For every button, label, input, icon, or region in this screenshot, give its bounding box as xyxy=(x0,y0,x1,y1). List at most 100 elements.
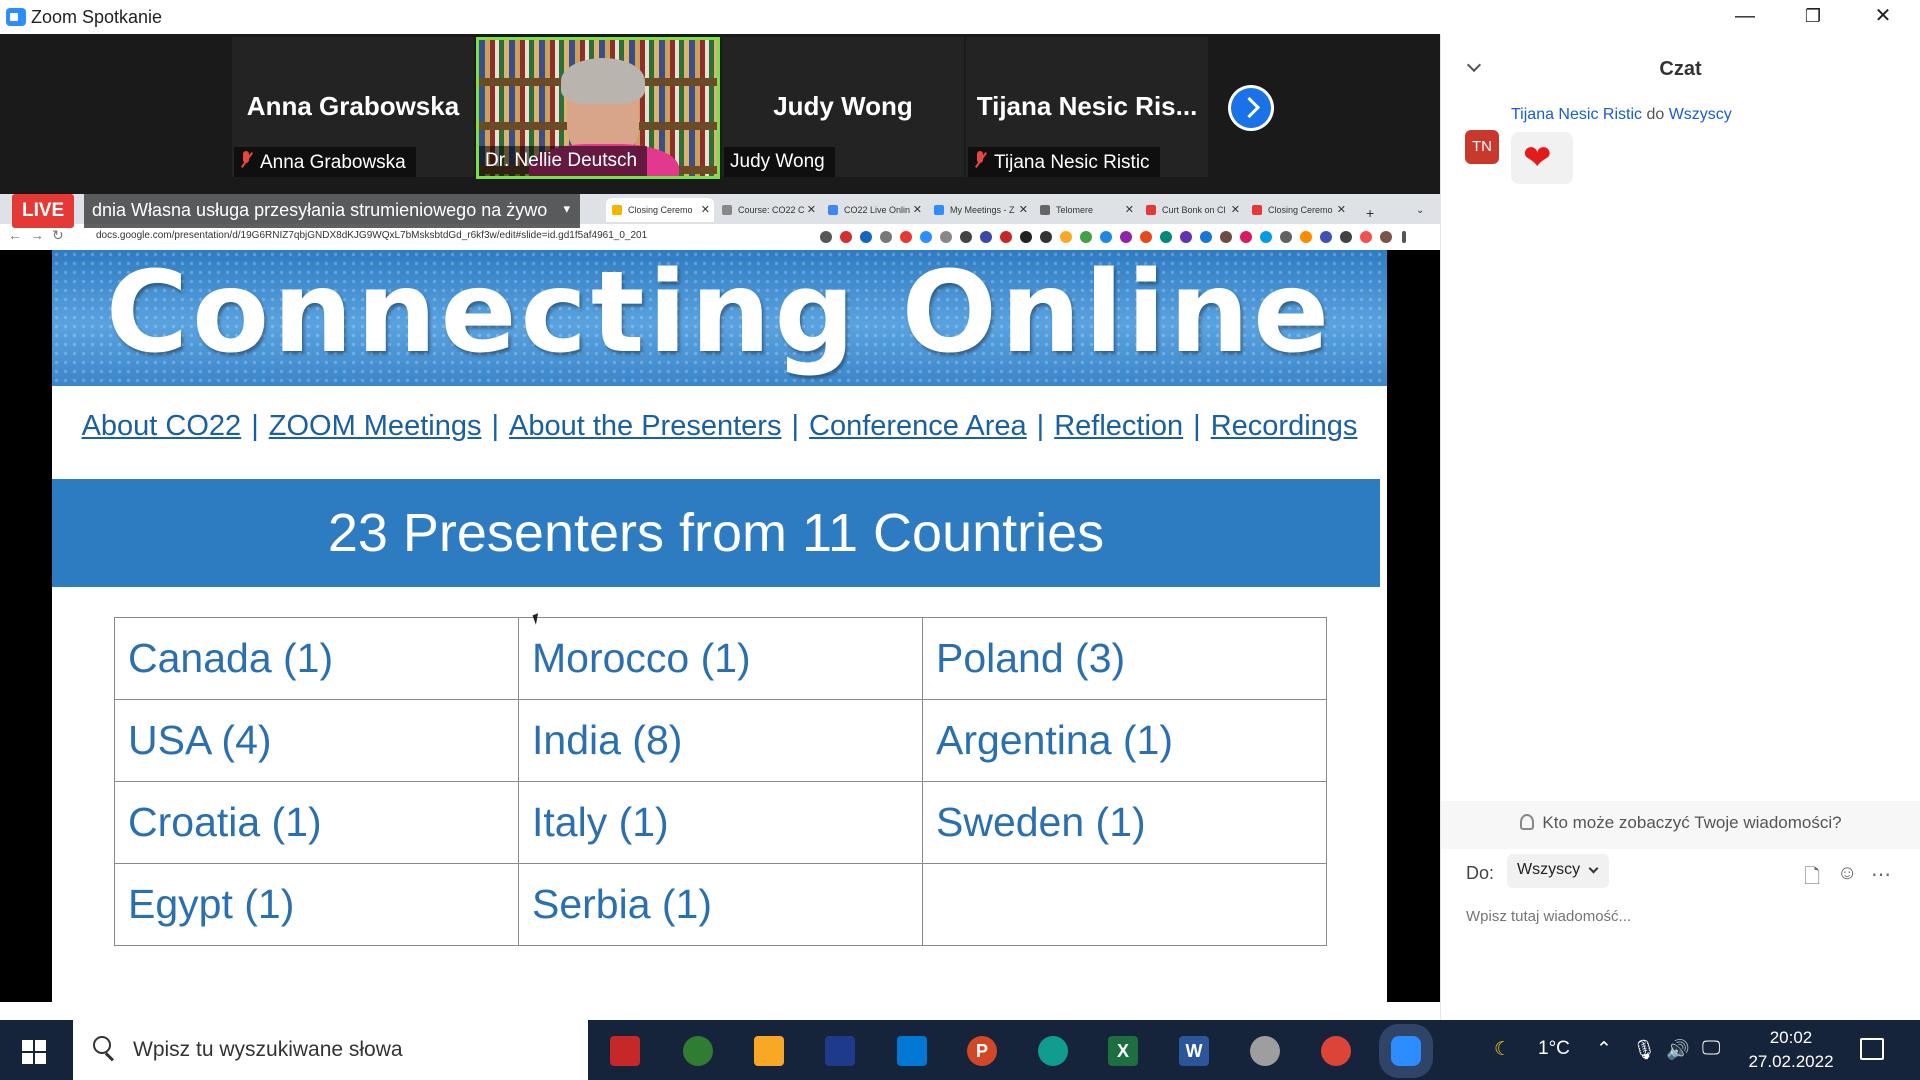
profile-avatar-icon[interactable] xyxy=(1380,231,1392,243)
message-sender[interactable]: Tijana Nesic Ristic xyxy=(1511,106,1642,123)
extension-icon[interactable] xyxy=(1000,231,1012,243)
file-icon[interactable]: 🗋 xyxy=(1804,862,1820,896)
slide-banner: Connecting Online xyxy=(52,250,1387,386)
new-tab-button[interactable]: + xyxy=(1360,198,1384,222)
extension-icon[interactable] xyxy=(900,231,912,243)
live-badge[interactable]: LIVE xyxy=(12,194,75,228)
weather-icon[interactable]: ☾ xyxy=(1494,1038,1511,1061)
link-about-presenters[interactable]: About the Presenters xyxy=(509,410,781,442)
browser-tab[interactable]: My Meetings - Z ✕ xyxy=(928,198,1032,222)
store-icon[interactable] xyxy=(897,1036,927,1066)
extension-icon[interactable] xyxy=(1020,231,1032,243)
extension-icon[interactable] xyxy=(1060,231,1072,243)
heart-icon: ❤ xyxy=(1523,139,1552,177)
save-disk-icon[interactable] xyxy=(825,1036,855,1066)
extension-icon[interactable] xyxy=(1360,231,1372,243)
paint-icon[interactable] xyxy=(1250,1036,1280,1066)
extension-icon[interactable] xyxy=(960,231,972,243)
zoom-taskbar-icon[interactable] xyxy=(1391,1036,1421,1066)
globe-app-icon[interactable] xyxy=(683,1036,713,1066)
mcafee-icon[interactable] xyxy=(610,1036,640,1066)
browser-tab[interactable]: Closing Ceremo ✕ xyxy=(606,198,714,222)
clock-date: 27.02.2022 xyxy=(1748,1052,1834,1071)
browser-tab[interactable]: Telomere ✕ xyxy=(1034,198,1138,222)
word-icon[interactable]: W xyxy=(1179,1036,1209,1066)
chat-title: Czat xyxy=(1659,58,1702,80)
table-cell: Argentina (1) xyxy=(922,699,1327,782)
extension-icon[interactable] xyxy=(860,231,872,243)
restore-button[interactable]: ❐ xyxy=(1778,0,1848,34)
extension-icon[interactable] xyxy=(1300,231,1312,243)
extension-icon[interactable] xyxy=(1200,231,1212,243)
message-recipient[interactable]: Wszyscy xyxy=(1669,106,1732,123)
who-can-see-notice[interactable]: Kto może zobaczyć Twoje wiadomości? xyxy=(1441,801,1920,849)
extension-icon[interactable] xyxy=(1340,231,1352,243)
extension-icon[interactable] xyxy=(1220,231,1232,243)
url-field[interactable]: docs.google.com/presentation/d/19G6RNIZ7… xyxy=(96,230,647,241)
browser-nav-arrows-icon[interactable]: ←→↻ xyxy=(8,227,72,244)
link-conference-area[interactable]: Conference Area xyxy=(809,410,1027,442)
extension-icon[interactable] xyxy=(980,231,992,243)
extension-icon[interactable] xyxy=(1280,231,1292,243)
close-button[interactable]: ✕ xyxy=(1848,0,1918,34)
live-stream-banner[interactable]: dnia Własna usługa przesyłania strumieni… xyxy=(84,194,580,228)
show-hidden-icons-chevron-icon[interactable]: ⌃ xyxy=(1596,1038,1612,1061)
extension-icon[interactable] xyxy=(880,231,892,243)
shared-screen: LIVE dnia Własna usługa przesyłania stru… xyxy=(0,194,1440,1002)
powerpoint-icon[interactable]: P xyxy=(967,1036,997,1066)
file-explorer-icon[interactable] xyxy=(754,1036,784,1066)
extension-icon[interactable] xyxy=(1100,231,1112,243)
taskbar-clock[interactable]: 20:02 27.02.2022 xyxy=(1726,1026,1856,1074)
microphone-icon[interactable]: 🎙 xyxy=(1632,1038,1656,1062)
browser-menu-icon[interactable] xyxy=(1402,231,1406,243)
extension-icon[interactable] xyxy=(1260,231,1272,243)
table-row: Canada (1) Morocco (1) Poland (3) xyxy=(114,617,1327,700)
taskbar-search[interactable]: Wpisz tu wyszukiwane słowa xyxy=(73,1020,588,1080)
volume-icon[interactable]: 🔊 xyxy=(1666,1038,1690,1062)
chrome-icon[interactable] xyxy=(1321,1036,1351,1066)
more-options-icon[interactable]: ⋯ xyxy=(1871,862,1891,887)
participant-tile-nellie[interactable]: Dr. Nellie Deutsch xyxy=(476,37,720,179)
weather-temp[interactable]: 1°C xyxy=(1538,1038,1570,1060)
minimize-button[interactable]: — xyxy=(1710,0,1780,34)
slide-nav-links: About CO22 | ZOOM Meetings | About the Prese… xyxy=(81,410,1358,442)
extension-icon[interactable] xyxy=(940,231,952,243)
browser-tab[interactable]: CO22 Live Onlin ✕ xyxy=(822,198,926,222)
participant-tile-anna[interactable]: Anna Grabowska Anna Grabowska xyxy=(232,37,474,177)
link-zoom-meetings[interactable]: ZOOM Meetings xyxy=(269,410,482,442)
extension-icon[interactable] xyxy=(840,231,852,243)
excel-icon[interactable]: X xyxy=(1108,1036,1138,1066)
chat-message-input[interactable] xyxy=(1466,902,1896,930)
recipient-select[interactable]: Wszyscy xyxy=(1507,854,1609,888)
participant-tile-judy[interactable]: Judy Wong Judy Wong xyxy=(722,37,964,177)
link-recordings[interactable]: Recordings xyxy=(1211,410,1358,442)
participant-tile-tijana[interactable]: Tijana Nesic Ris... Tijana Nesic Ristic xyxy=(966,37,1208,177)
extension-icon[interactable] xyxy=(1180,231,1192,243)
emoji-icon[interactable]: ☺ xyxy=(1837,862,1857,885)
extension-icon[interactable] xyxy=(1320,231,1332,243)
windows-start-icon[interactable] xyxy=(22,1040,46,1064)
edge-icon[interactable] xyxy=(1038,1036,1068,1066)
extension-icon[interactable] xyxy=(1120,231,1132,243)
extension-icon[interactable] xyxy=(1160,231,1172,243)
extension-icon[interactable] xyxy=(920,231,932,243)
link-about-co22[interactable]: About CO22 xyxy=(82,410,242,442)
browser-tab[interactable]: Closing Ceremo ✕ xyxy=(1246,198,1350,222)
extension-icon[interactable] xyxy=(1080,231,1092,243)
participant-face xyxy=(561,58,645,154)
extension-icon[interactable] xyxy=(1240,231,1252,243)
notifications-icon[interactable] xyxy=(1860,1038,1884,1060)
table-cell: Morocco (1) xyxy=(518,617,923,700)
extension-icon[interactable] xyxy=(1140,231,1152,243)
link-reflection[interactable]: Reflection xyxy=(1054,410,1183,442)
participant-name-large: Judy Wong xyxy=(773,91,913,121)
next-participants-arrow-icon[interactable] xyxy=(1228,85,1274,131)
extension-icon[interactable] xyxy=(1040,231,1052,243)
network-icon[interactable]: 🖵 xyxy=(1702,1038,1720,1060)
browser-tab[interactable]: Course: CO22 C ✕ xyxy=(716,198,820,222)
search-placeholder: Wpisz tu wyszukiwane słowa xyxy=(133,1038,403,1061)
browser-tab[interactable]: Curt Bonk on Cl ✕ xyxy=(1140,198,1244,222)
tab-search-chevron-icon[interactable]: ⌄ xyxy=(1410,198,1434,222)
table-cell: Italy (1) xyxy=(518,781,923,864)
extension-icon[interactable] xyxy=(820,231,832,243)
